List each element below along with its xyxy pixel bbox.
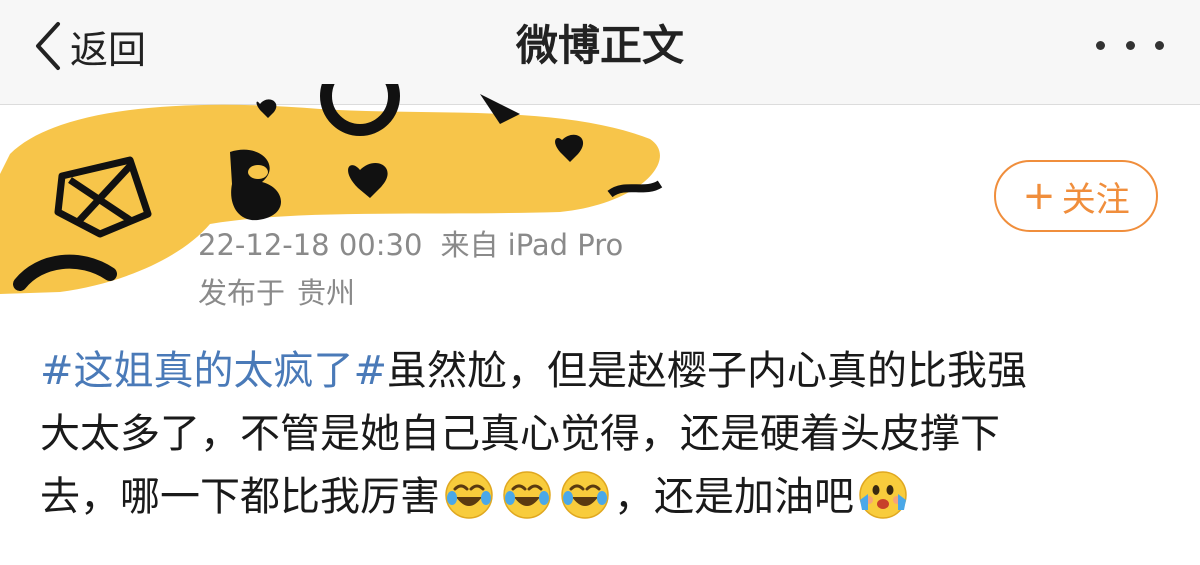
post-text-3-end: ，还是加油吧 — [614, 474, 854, 520]
topic-link[interactable]: #这姐真的太疯了# — [40, 348, 387, 394]
excited-emoji-icon — [859, 471, 907, 519]
post-timestamp: 22-12-18 00:30 — [198, 228, 423, 262]
follow-label: 关注 — [1061, 179, 1130, 220]
laugh-cry-emoji-icon — [445, 471, 493, 519]
post-line-2: 大太多了，不管是她自己真心觉得，还是硬着头皮撑下 — [40, 411, 1000, 457]
post-body: #这姐真的太疯了#虽然尬，但是赵樱子内心真的比我强 大太多了，不管是她自己真心觉… — [40, 340, 1160, 529]
location-prefix: 发布于 — [198, 276, 286, 310]
post-location: 发布于 贵州 — [198, 270, 355, 312]
page-title: 微博正文 — [515, 21, 684, 70]
more-dots-icon[interactable] — [1096, 30, 1164, 60]
plus-icon: + — [1022, 173, 1056, 219]
post-text-1: 虽然尬，但是赵樱子内心真的比我强 — [387, 348, 1028, 394]
post-line-3: 去，哪一下都比我厉害 ，还是加油吧 — [40, 466, 1160, 529]
post-meta: 22-12-18 00:30 来自 iPad Pro — [198, 222, 623, 264]
laugh-cry-emoji-icon — [503, 471, 551, 519]
follow-button[interactable]: + 关注 — [994, 160, 1158, 232]
post-line-1: #这姐真的太疯了#虽然尬，但是赵樱子内心真的比我强 — [40, 340, 1160, 403]
post-source: 来自 iPad Pro — [440, 228, 624, 262]
laugh-cry-emoji-icon — [561, 471, 609, 519]
post-text-3: 去，哪一下都比我厉害 — [40, 474, 440, 520]
location-name: 贵州 — [297, 276, 356, 310]
